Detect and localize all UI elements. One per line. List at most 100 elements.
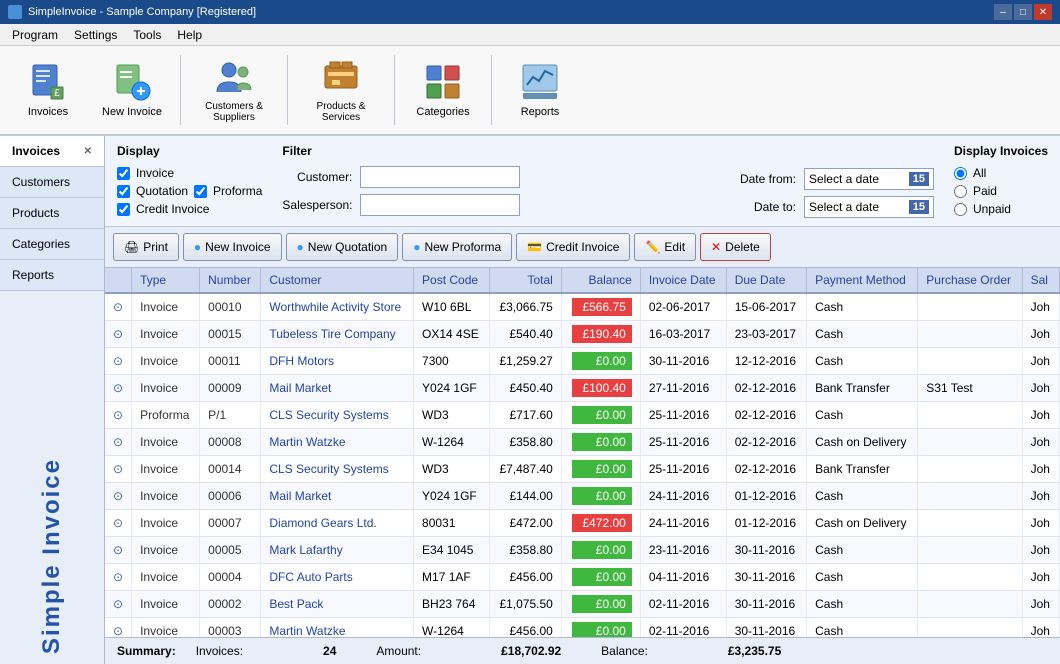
row-purchase-order <box>918 510 1022 537</box>
row-expand[interactable]: ⊙ <box>105 510 132 537</box>
table-row[interactable]: ⊙ Invoice 00006 Mail Market Y024 1GF £14… <box>105 483 1060 510</box>
close-button[interactable]: ✕ <box>1034 4 1052 20</box>
table-row[interactable]: ⊙ Invoice 00010 Worthwhile Activity Stor… <box>105 293 1060 321</box>
row-expand[interactable]: ⊙ <box>105 537 132 564</box>
toolbar-customers[interactable]: Customers & Suppliers <box>189 51 279 129</box>
summary-label: Summary: <box>117 644 176 658</box>
radio-unpaid[interactable] <box>954 203 967 216</box>
print-button[interactable]: 🖨 Print <box>113 233 179 261</box>
table-row[interactable]: ⊙ Invoice 00008 Martin Watzke W-1264 £35… <box>105 429 1060 456</box>
row-postcode: Y024 1GF <box>414 483 490 510</box>
sidebar-item-invoices[interactable]: Invoices ✕ <box>0 136 104 167</box>
table-row[interactable]: ⊙ Invoice 00005 Mark Lafarthy E34 1045 £… <box>105 537 1060 564</box>
radio-paid[interactable] <box>954 185 967 198</box>
edit-button[interactable]: ✏️ Edit <box>634 233 696 261</box>
delete-icon: ✕ <box>711 240 721 254</box>
date-from-input[interactable]: Select a date 15 <box>804 168 934 190</box>
checkbox-invoice[interactable] <box>117 167 130 180</box>
credit-invoice-button[interactable]: 💳 Credit Invoice <box>516 233 630 261</box>
table-row[interactable]: ⊙ Invoice 00015 Tubeless Tire Company OX… <box>105 321 1060 348</box>
row-type: Invoice <box>132 321 200 348</box>
checkbox-credit[interactable] <box>117 203 130 216</box>
minimize-button[interactable]: – <box>994 4 1012 20</box>
invoice-table-container[interactable]: Type Number Customer Post Code Total Bal… <box>105 268 1060 637</box>
row-expand[interactable]: ⊙ <box>105 375 132 402</box>
table-row[interactable]: ⊙ Proforma P/1 CLS Security Systems WD3 … <box>105 402 1060 429</box>
menu-program[interactable]: Program <box>4 26 66 44</box>
row-purchase-order: S31 Test <box>918 375 1022 402</box>
row-total: £3,066.75 <box>489 293 561 321</box>
delete-button[interactable]: ✕ Delete <box>700 233 771 261</box>
table-row[interactable]: ⊙ Invoice 00011 DFH Motors 7300 £1,259.2… <box>105 348 1060 375</box>
toolbar-new-invoice[interactable]: New Invoice <box>92 51 172 129</box>
col-type[interactable]: Type <box>132 268 200 293</box>
customer-input[interactable] <box>360 166 520 188</box>
menu-tools[interactable]: Tools <box>125 26 169 44</box>
col-purchase-order[interactable]: Purchase Order <box>918 268 1022 293</box>
table-row[interactable]: ⊙ Invoice 00007 Diamond Gears Ltd. 80031… <box>105 510 1060 537</box>
toolbar-invoices[interactable]: £ Invoices <box>8 51 88 129</box>
row-expand[interactable]: ⊙ <box>105 483 132 510</box>
row-expand[interactable]: ⊙ <box>105 348 132 375</box>
date-to-input[interactable]: Select a date 15 <box>804 196 934 218</box>
row-balance: £190.40 <box>561 321 640 348</box>
checkbox-proforma[interactable] <box>194 185 207 198</box>
row-expand[interactable]: ⊙ <box>105 321 132 348</box>
col-number[interactable]: Number <box>200 268 261 293</box>
col-customer[interactable]: Customer <box>261 268 414 293</box>
amount-value: £18,702.92 <box>501 644 561 658</box>
row-expand[interactable]: ⊙ <box>105 456 132 483</box>
table-row[interactable]: ⊙ Invoice 00014 CLS Security Systems WD3… <box>105 456 1060 483</box>
row-payment-method: Cash <box>807 293 918 321</box>
row-due-date: 30-11-2016 <box>726 618 806 638</box>
row-expand[interactable]: ⊙ <box>105 402 132 429</box>
new-proforma-button[interactable]: ● New Proforma <box>402 233 512 261</box>
row-balance: £0.00 <box>561 456 640 483</box>
table-row[interactable]: ⊙ Invoice 00004 DFC Auto Parts M17 1AF £… <box>105 564 1060 591</box>
col-invoice-date[interactable]: Invoice Date <box>640 268 726 293</box>
row-total: £358.80 <box>489 429 561 456</box>
maximize-button[interactable]: □ <box>1014 4 1032 20</box>
col-postcode[interactable]: Post Code <box>414 268 490 293</box>
row-expand[interactable]: ⊙ <box>105 618 132 638</box>
row-expand[interactable]: ⊙ <box>105 293 132 321</box>
menu-help[interactable]: Help <box>169 26 210 44</box>
col-total[interactable]: Total <box>489 268 561 293</box>
table-row[interactable]: ⊙ Invoice 00003 Martin Watzke W-1264 £45… <box>105 618 1060 638</box>
toolbar: £ Invoices New Invoice <box>0 46 1060 136</box>
sidebar-item-reports[interactable]: Reports <box>0 260 104 291</box>
sidebar-close-invoices[interactable]: ✕ <box>84 146 92 157</box>
sidebar-item-categories[interactable]: Categories <box>0 229 104 260</box>
salesperson-input[interactable] <box>360 194 520 216</box>
date-filter-section: Date from: Select a date 15 Date to: Sel… <box>726 144 934 218</box>
table-row[interactable]: ⊙ Invoice 00002 Best Pack BH23 764 £1,07… <box>105 591 1060 618</box>
toolbar-categories[interactable]: Categories <box>403 51 483 129</box>
checkbox-quotation[interactable] <box>117 185 130 198</box>
toolbar-reports[interactable]: Reports <box>500 51 580 129</box>
col-salesperson[interactable]: Sal <box>1022 268 1059 293</box>
toolbar-products-label: Products & Services <box>301 101 381 123</box>
row-postcode: 7300 <box>414 348 490 375</box>
row-customer: Martin Watzke <box>261 618 414 638</box>
sidebar-item-products[interactable]: Products <box>0 198 104 229</box>
row-expand[interactable]: ⊙ <box>105 429 132 456</box>
row-expand[interactable]: ⊙ <box>105 591 132 618</box>
row-invoice-date: 27-11-2016 <box>640 375 726 402</box>
col-payment-method[interactable]: Payment Method <box>807 268 918 293</box>
row-purchase-order <box>918 348 1022 375</box>
radio-all[interactable] <box>954 167 967 180</box>
col-due-date[interactable]: Due Date <box>726 268 806 293</box>
new-invoice-button[interactable]: ● New Invoice <box>183 233 282 261</box>
table-row[interactable]: ⊙ Invoice 00009 Mail Market Y024 1GF £45… <box>105 375 1060 402</box>
new-invoice-icon <box>112 62 152 102</box>
sidebar-item-customers[interactable]: Customers <box>0 167 104 198</box>
row-number: 00008 <box>200 429 261 456</box>
col-balance[interactable]: Balance <box>561 268 640 293</box>
new-quotation-button[interactable]: ● New Quotation <box>286 233 399 261</box>
row-expand[interactable]: ⊙ <box>105 564 132 591</box>
menu-settings[interactable]: Settings <box>66 26 125 44</box>
row-number: 00009 <box>200 375 261 402</box>
toolbar-products[interactable]: Products & Services <box>296 51 386 129</box>
row-payment-method: Bank Transfer <box>807 375 918 402</box>
row-payment-method: Cash <box>807 537 918 564</box>
